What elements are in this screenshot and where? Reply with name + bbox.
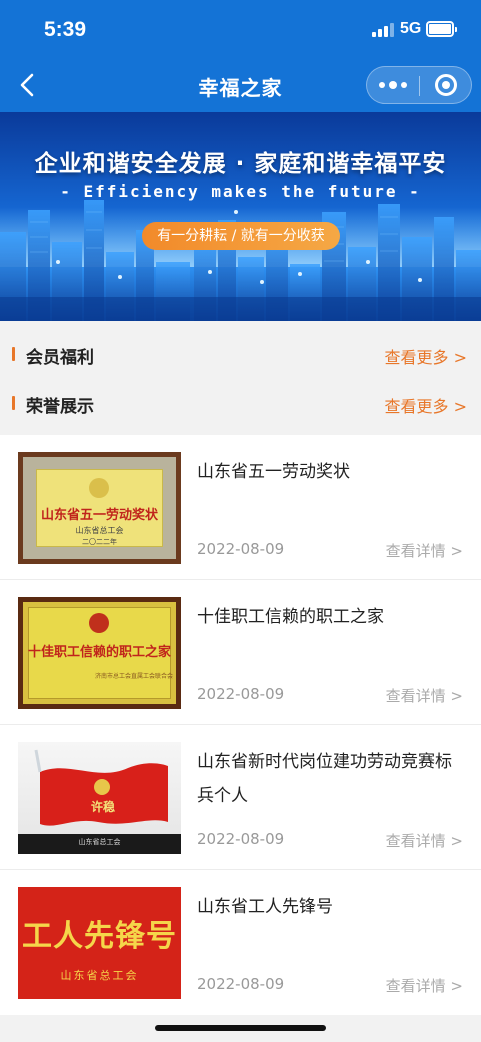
- plaque-org: 山东省总工会: [78, 838, 121, 846]
- battery-icon: [426, 21, 457, 37]
- plaque-org: 济南市总工会直属工会联合会: [94, 673, 173, 680]
- item-date: 2022-08-09: [197, 830, 285, 848]
- view-details-link[interactable]: 查看详情 >: [386, 685, 463, 706]
- plaque-text: 十佳职工信赖的职工之家: [27, 645, 171, 660]
- banner-subtitle: - Efficiency makes the future -: [60, 182, 421, 201]
- signal-icon: [372, 23, 394, 37]
- banner[interactable]: 企业和谐安全发展 · 家庭和谐幸福平安 - Efficiency makes t…: [0, 112, 481, 321]
- section-honor-display: 荣誉展示 查看更多 >: [0, 383, 481, 423]
- plaque-org: 山东省总工会: [75, 526, 124, 535]
- award-plaque-image: 工人先锋号 山东省总工会: [18, 887, 181, 999]
- status-bar: 5:39 5G: [0, 0, 481, 58]
- mini-program-capsule: [366, 66, 472, 104]
- plaque-text: 许稳: [90, 800, 115, 814]
- item-title: 十佳职工信赖的职工之家: [197, 607, 384, 627]
- list-item[interactable]: 工人先锋号 山东省总工会 山东省工人先锋号 2022-08-09 查看详情 >: [0, 870, 481, 1015]
- view-details-link[interactable]: 查看详情 >: [386, 540, 463, 561]
- capsule-divider: [419, 76, 420, 96]
- award-plaque-image: 十佳职工信赖的职工之家 济南市总工会直属工会联合会: [18, 597, 181, 709]
- item-title: 山东省五一劳动奖状: [197, 462, 350, 482]
- view-details-link[interactable]: 查看详情 >: [386, 830, 463, 851]
- view-details-link[interactable]: 查看详情 >: [386, 975, 463, 996]
- list-item[interactable]: 十佳职工信赖的职工之家 济南市总工会直属工会联合会 十佳职工信赖的职工之家 20…: [0, 580, 481, 725]
- award-plaque-image: 山东省五一劳动奖状 山东省总工会 二〇二二年: [18, 452, 181, 564]
- award-trophy-image: 许稳 山东省总工会: [18, 742, 181, 854]
- section-headers: 会员福利 查看更多 > 荣誉展示 查看更多 >: [0, 321, 481, 435]
- network-label: 5G: [400, 20, 422, 37]
- section-marker: [12, 396, 15, 410]
- view-more-link[interactable]: 查看更多 >: [385, 344, 468, 368]
- close-program-button[interactable]: [435, 74, 457, 96]
- honor-list: 山东省五一劳动奖状 山东省总工会 二〇二二年 山东省五一劳动奖状 2022-08…: [0, 435, 481, 1015]
- plaque-org: 山东省总工会: [60, 969, 139, 982]
- plaque-text: 山东省五一劳动奖状: [40, 508, 158, 523]
- status-time: 5:39: [44, 18, 87, 41]
- list-item[interactable]: 山东省五一劳动奖状 山东省总工会 二〇二二年 山东省五一劳动奖状 2022-08…: [0, 435, 481, 580]
- section-title: 会员福利: [26, 348, 94, 368]
- item-date: 2022-08-09: [197, 540, 285, 558]
- item-date: 2022-08-09: [197, 685, 285, 703]
- section-title: 荣誉展示: [26, 397, 94, 417]
- item-title: 山东省工人先锋号: [197, 897, 333, 917]
- section-member-benefits: 会员福利 查看更多 >: [0, 334, 481, 374]
- banner-title: 企业和谐安全发展 · 家庭和谐幸福平安: [34, 151, 447, 177]
- home-indicator[interactable]: [155, 1025, 326, 1031]
- plaque-text: 工人先锋号: [22, 919, 177, 954]
- top-bar: 5:39 5G 幸福之家: [0, 0, 481, 112]
- more-button[interactable]: [367, 67, 419, 103]
- section-marker: [12, 347, 15, 361]
- item-title: 山东省新时代岗位建功劳动竞赛标兵个人: [197, 752, 452, 806]
- banner-slogan: 有一分耕耘 / 就有一分收获: [142, 222, 340, 250]
- plaque-year: 二〇二二年: [82, 538, 117, 546]
- item-date: 2022-08-09: [197, 975, 285, 993]
- view-more-link[interactable]: 查看更多 >: [385, 393, 468, 417]
- list-item[interactable]: 许稳 山东省总工会 山东省新时代岗位建功劳动竞赛标兵个人 2022-08-09 …: [0, 725, 481, 870]
